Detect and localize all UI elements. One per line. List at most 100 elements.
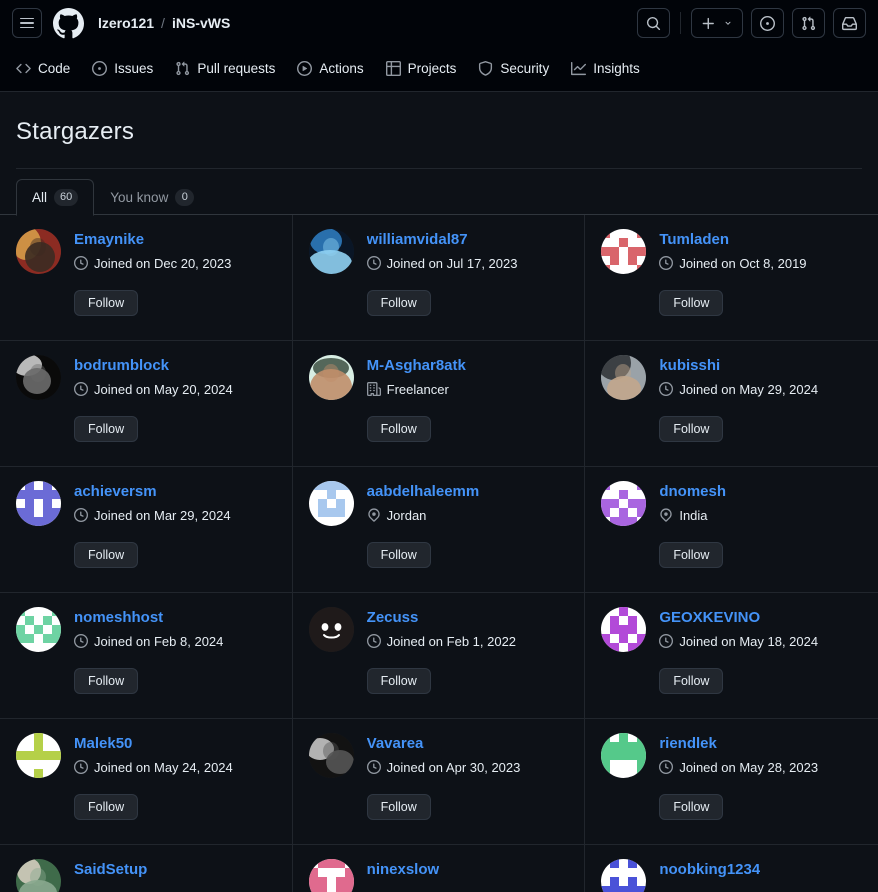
follow-button[interactable]: Follow	[74, 290, 138, 316]
follow-button[interactable]: Follow	[367, 416, 431, 442]
follow-button[interactable]: Follow	[74, 416, 138, 442]
follow-button[interactable]: Follow	[367, 668, 431, 694]
avatar[interactable]	[601, 355, 646, 400]
github-logo-icon[interactable]	[52, 7, 84, 39]
stargazer-meta: Joined on Feb 8, 2024	[74, 634, 223, 649]
follow-button[interactable]: Follow	[74, 794, 138, 820]
avatar[interactable]	[16, 859, 61, 892]
stargazer-meta: Joined on May 24, 2024	[74, 760, 233, 775]
tab-all[interactable]: All 60	[16, 179, 94, 216]
follow-button[interactable]: Follow	[659, 290, 723, 316]
stargazer-card-top: aabdelhaleemm Jordan	[309, 481, 569, 526]
stargazer-username-link[interactable]: williamvidal87	[367, 231, 518, 250]
follow-button[interactable]: Follow	[367, 542, 431, 568]
plus-icon	[701, 16, 716, 31]
avatar[interactable]	[601, 229, 646, 274]
avatar[interactable]	[16, 607, 61, 652]
stargazer-info: bodrumblock Joined on May 20, 2024	[74, 355, 233, 397]
nav-item-label: Security	[500, 61, 549, 76]
stargazer-username-link[interactable]: ninexslow	[367, 861, 440, 880]
nav-item-projects[interactable]: Projects	[384, 56, 459, 81]
stargazer-meta-text: Joined on May 20, 2024	[94, 382, 233, 397]
follow-button[interactable]: Follow	[659, 416, 723, 442]
stargazer-username-link[interactable]: GEOXKEVINO	[659, 609, 818, 628]
nav-item-insights[interactable]: Insights	[569, 56, 642, 81]
stargazer-meta-text: Joined on Jul 17, 2023	[387, 256, 518, 271]
stargazer-info: aabdelhaleemm Jordan	[367, 481, 480, 523]
stargazer-username-link[interactable]: riendlek	[659, 735, 818, 754]
stargazer-info: nomeshhost Joined on Feb 8, 2024	[74, 607, 223, 649]
clock-icon	[659, 382, 673, 396]
inbox-button[interactable]	[833, 8, 866, 38]
stargazer-card: riendlek Joined on May 28, 2023 Follow	[585, 719, 878, 845]
avatar[interactable]	[601, 607, 646, 652]
avatar[interactable]	[309, 481, 354, 526]
stargazer-username-link[interactable]: Tumladen	[659, 231, 806, 250]
avatar[interactable]	[16, 229, 61, 274]
stargazer-username-link[interactable]: Vavarea	[367, 735, 521, 754]
tab-you-know[interactable]: You know 0	[94, 179, 210, 216]
stargazer-meta: Freelancer	[367, 382, 466, 397]
create-new-button[interactable]	[691, 8, 743, 38]
stargazer-username-link[interactable]: SaidSetup	[74, 861, 147, 880]
breadcrumb-owner[interactable]: lzero121	[98, 15, 154, 31]
stargazer-info: noobking1234	[659, 859, 760, 880]
avatar[interactable]	[309, 229, 354, 274]
nav-item-code[interactable]: Code	[14, 56, 72, 81]
avatar[interactable]	[309, 607, 354, 652]
stargazer-username-link[interactable]: dnomesh	[659, 483, 726, 502]
stargazer-card-top: williamvidal87 Joined on Jul 17, 2023	[309, 229, 569, 274]
nav-item-issues[interactable]: Issues	[90, 56, 155, 81]
stargazer-card-top: GEOXKEVINO Joined on May 18, 2024	[601, 607, 862, 652]
stargazer-card-top: bodrumblock Joined on May 20, 2024	[16, 355, 276, 400]
follow-button[interactable]: Follow	[74, 542, 138, 568]
stargazer-meta-text: Joined on Feb 8, 2024	[94, 634, 223, 649]
breadcrumb-repo[interactable]: iNS-vWS	[172, 15, 230, 31]
stargazer-username-link[interactable]: aabdelhaleemm	[367, 483, 480, 502]
stargazer-username-link[interactable]: Malek50	[74, 735, 233, 754]
stargazer-username-link[interactable]: achieversm	[74, 483, 231, 502]
issues-button[interactable]	[751, 8, 784, 38]
search-button[interactable]	[637, 8, 670, 38]
avatar[interactable]	[309, 859, 354, 892]
breadcrumb: lzero121 / iNS-vWS	[98, 15, 230, 31]
nav-item-actions[interactable]: Actions	[295, 56, 365, 81]
avatar[interactable]	[601, 859, 646, 892]
avatar[interactable]	[601, 733, 646, 778]
stargazer-card-top: riendlek Joined on May 28, 2023	[601, 733, 862, 778]
follow-button[interactable]: Follow	[367, 794, 431, 820]
avatar[interactable]	[16, 733, 61, 778]
stargazer-card-top: noobking1234	[601, 859, 862, 892]
stargazer-card-top: Tumladen Joined on Oct 8, 2019	[601, 229, 862, 274]
stargazer-username-link[interactable]: Emaynike	[74, 231, 231, 250]
follow-button[interactable]: Follow	[367, 290, 431, 316]
nav-item-pull-requests[interactable]: Pull requests	[173, 56, 277, 81]
chevron-down-icon	[723, 18, 733, 28]
global-nav-menu-button[interactable]	[12, 8, 42, 38]
stargazer-card: Tumladen Joined on Oct 8, 2019 Follow	[585, 215, 878, 341]
avatar[interactable]	[309, 355, 354, 400]
stargazer-username-link[interactable]: kubisshi	[659, 357, 818, 376]
pull-requests-button[interactable]	[792, 8, 825, 38]
stargazer-meta: Joined on Jul 17, 2023	[367, 256, 518, 271]
header-actions	[637, 8, 866, 38]
nav-item-label: Actions	[319, 61, 363, 76]
stargazer-meta: Joined on Feb 1, 2022	[367, 634, 516, 649]
avatar[interactable]	[601, 481, 646, 526]
stargazer-username-link[interactable]: noobking1234	[659, 861, 760, 880]
avatar[interactable]	[309, 733, 354, 778]
stargazer-meta: Jordan	[367, 508, 480, 523]
follow-button[interactable]: Follow	[659, 794, 723, 820]
follow-button[interactable]: Follow	[74, 668, 138, 694]
follow-button[interactable]: Follow	[659, 668, 723, 694]
avatar[interactable]	[16, 481, 61, 526]
avatar[interactable]	[16, 355, 61, 400]
follow-button[interactable]: Follow	[659, 542, 723, 568]
stargazer-username-link[interactable]: nomeshhost	[74, 609, 223, 628]
nav-item-security[interactable]: Security	[476, 56, 551, 81]
stargazer-username-link[interactable]: bodrumblock	[74, 357, 233, 376]
nav-item-label: Issues	[114, 61, 153, 76]
stargazer-meta: Joined on Dec 20, 2023	[74, 256, 231, 271]
stargazer-username-link[interactable]: M-Asghar8atk	[367, 357, 466, 376]
stargazer-username-link[interactable]: Zecuss	[367, 609, 516, 628]
